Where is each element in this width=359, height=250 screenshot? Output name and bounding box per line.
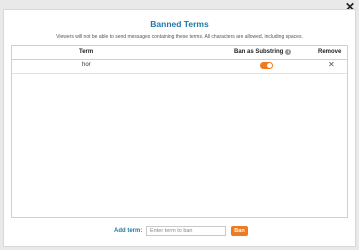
table-row: hor ✕ bbox=[12, 59, 347, 74]
remove-icon[interactable]: ✕ bbox=[328, 61, 335, 69]
column-header-ban-as-substring-label: Ban as Substring bbox=[234, 49, 284, 55]
column-header-remove: Remove bbox=[318, 49, 342, 55]
column-header-term: Term bbox=[79, 49, 94, 55]
banned-terms-modal: Banned Terms Viewers will not be able to… bbox=[3, 9, 356, 247]
banned-terms-table: Term Ban as Substring i Remove hor ✕ bbox=[11, 45, 348, 218]
toggle-knob bbox=[267, 63, 272, 68]
column-header-ban-as-substring: Ban as Substring i bbox=[234, 49, 292, 55]
ban-as-substring-toggle[interactable] bbox=[260, 62, 273, 69]
ban-button[interactable]: Ban bbox=[231, 226, 248, 236]
add-term-footer: Add term: Ban bbox=[4, 225, 355, 239]
modal-subtitle: Viewers will not be able to send message… bbox=[56, 34, 303, 40]
modal-title: Banned Terms bbox=[150, 19, 209, 29]
add-term-label: Add term: bbox=[114, 228, 143, 234]
add-term-input[interactable] bbox=[146, 226, 226, 236]
table-header: Term Ban as Substring i Remove bbox=[12, 46, 347, 60]
term-cell: hor bbox=[82, 62, 91, 68]
info-icon[interactable]: i bbox=[285, 49, 292, 55]
